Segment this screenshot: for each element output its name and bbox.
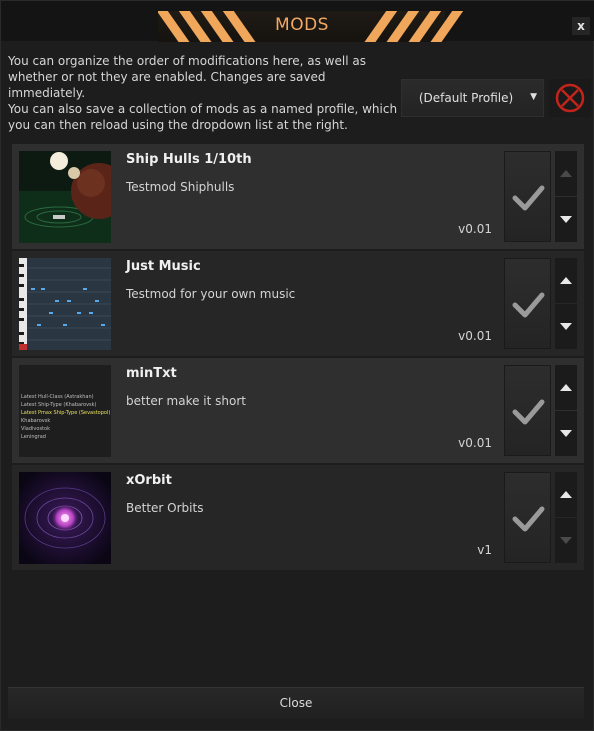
window-title: MODS (275, 15, 329, 35)
mod-version: v0.01 (458, 222, 492, 236)
delete-profile-button[interactable] (549, 79, 591, 117)
title-stripes-right (353, 11, 463, 42)
arrow-down-icon (560, 323, 572, 330)
mod-version: v1 (477, 543, 492, 557)
thumbnail-text-line: Latest Ship-Type (Khabarovsk) (21, 402, 97, 408)
delete-circle-x-icon (555, 83, 585, 113)
mod-enable-toggle[interactable] (504, 258, 551, 349)
mod-row: Latest Hull-Class (Astrakhan) Latest Shi… (12, 358, 584, 463)
mod-version: v0.01 (458, 436, 492, 450)
description-paragraph-1: You can organize the order of modificati… (8, 54, 366, 100)
mod-thumbnail-ship-hulls (19, 151, 111, 243)
checkmark-icon (512, 399, 545, 425)
mod-name: Just Music (126, 259, 201, 274)
mod-description: Testmod Shiphulls (126, 180, 235, 194)
profile-dropdown-value: (Default Profile) (418, 91, 514, 105)
thumbnail-text-line: Latest Hull-Class (Astrakhan) (21, 394, 94, 400)
checkmark-icon (512, 185, 545, 211)
mod-name: minTxt (126, 366, 177, 381)
mod-description: better make it short (126, 394, 246, 408)
mod-version: v0.01 (458, 329, 492, 343)
mod-row: Ship Hulls 1/10th Testmod Shiphulls v0.0… (12, 144, 584, 249)
thumbnail-text-line: Latest Pmax Ship-Type (Sevastopol) (21, 410, 111, 416)
move-down-button[interactable] (555, 518, 577, 563)
move-down-button[interactable] (555, 197, 577, 242)
move-down-button[interactable] (555, 304, 577, 349)
checkmark-icon (512, 292, 545, 318)
mod-enable-toggle[interactable] (504, 472, 551, 563)
mod-row: Just Music Testmod for your own music v0… (12, 251, 584, 356)
mod-name: xOrbit (126, 473, 172, 488)
mod-description: Testmod for your own music (126, 287, 296, 301)
mods-window: MODS x You can organize the order of mod… (0, 0, 594, 731)
move-up-button[interactable] (555, 365, 577, 410)
arrow-down-icon (560, 430, 572, 437)
mod-thumbnail-mintxt: Latest Hull-Class (Astrakhan) Latest Shi… (19, 365, 111, 457)
mod-name: Ship Hulls 1/10th (126, 152, 252, 167)
title-stripes-left (158, 11, 268, 42)
arrow-up-icon (560, 277, 572, 284)
mod-thumbnail-just-music (19, 258, 111, 350)
move-up-button[interactable] (555, 151, 577, 196)
arrow-up-icon (560, 384, 572, 391)
window-close-button[interactable]: x (572, 17, 590, 35)
thumbnail-text-line: Khabarovsk (21, 418, 51, 424)
thumbnail-text-line: Vladivostok (21, 426, 50, 432)
mod-description: Better Orbits (126, 501, 204, 515)
dropdown-caret-icon: ▼ (530, 92, 537, 102)
arrow-down-icon (560, 537, 572, 544)
mod-row: xOrbit Better Orbits v1 (12, 465, 584, 570)
move-down-button[interactable] (555, 411, 577, 456)
mod-enable-toggle[interactable] (504, 365, 551, 456)
mods-list: Ship Hulls 1/10th Testmod Shiphulls v0.0… (12, 144, 584, 684)
description-paragraph-2: You can also save a collection of mods a… (8, 102, 398, 132)
arrow-up-icon (560, 170, 572, 177)
close-button[interactable]: Close (8, 687, 584, 719)
thumbnail-text-line: Leningrad (21, 434, 46, 440)
arrow-down-icon (560, 216, 572, 223)
title-bar: MODS x (1, 1, 594, 42)
mod-thumbnail-xorbit (19, 472, 111, 564)
mod-enable-toggle[interactable] (504, 151, 551, 242)
move-up-button[interactable] (555, 472, 577, 517)
profile-dropdown[interactable]: (Default Profile) ▼ (401, 79, 544, 117)
checkmark-icon (512, 506, 545, 532)
move-up-button[interactable] (555, 258, 577, 303)
arrow-up-icon (560, 491, 572, 498)
